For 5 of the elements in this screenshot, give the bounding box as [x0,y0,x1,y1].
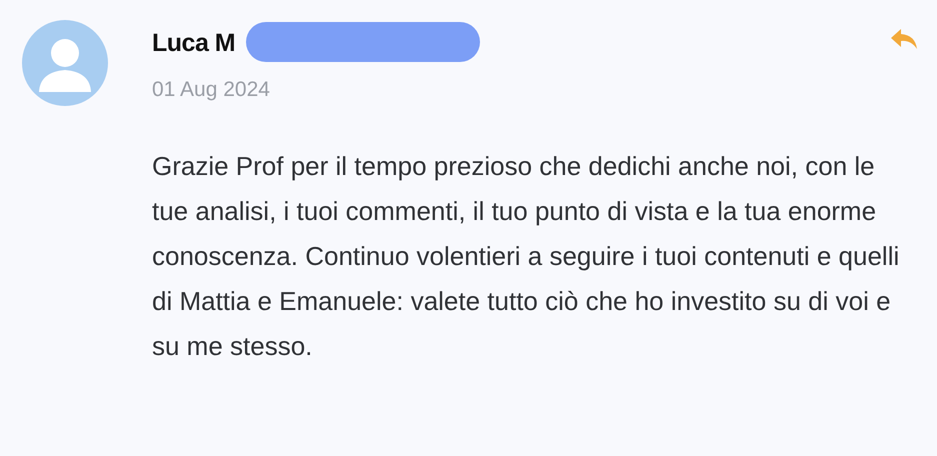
avatar-icon [22,20,108,106]
comment-text: Grazie Prof per il tempo prezioso che dedichi anche noi, con le tue analisi, i tuoi commenti, il tuo punto di vista e la tua enorme conoscenza. Continuo volentieri a seguire i tuoi contenuti e quelli di Mattia e Emanuele: valete tutto ciò che ho investito su di voi e su me stesso. [152,150,900,362]
comment-date: 01 Aug 2024 [152,77,271,103]
reply-icon[interactable] [889,27,919,51]
author-name: Luca M [152,28,236,60]
